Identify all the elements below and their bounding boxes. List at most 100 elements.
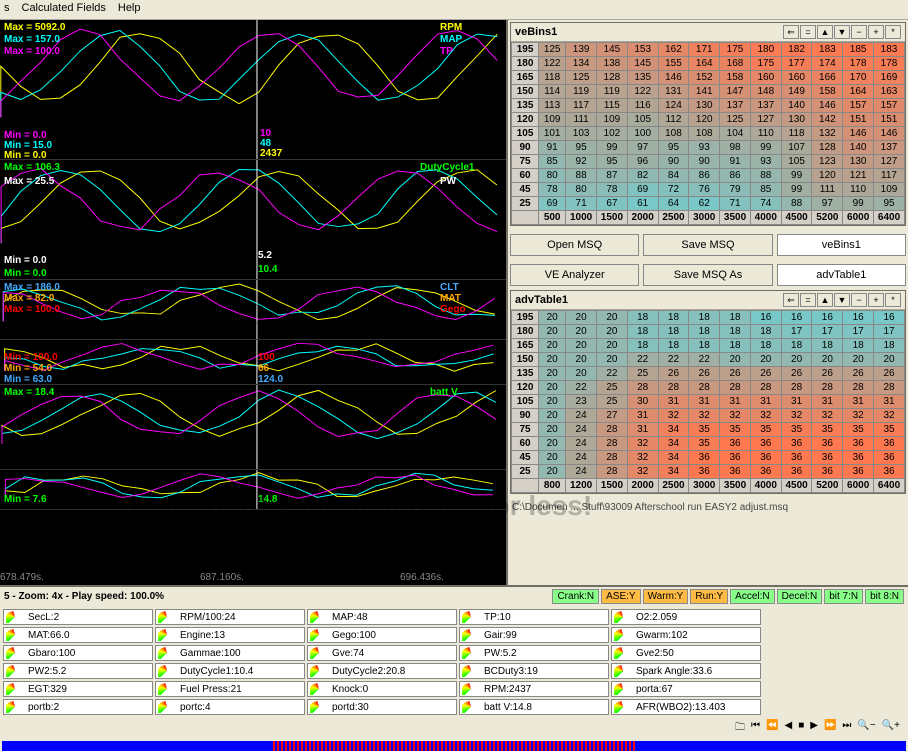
table-cell[interactable]: 118: [539, 71, 566, 85]
table-cell[interactable]: 91: [720, 155, 751, 169]
gauge[interactable]: RPM:2437: [459, 681, 609, 697]
table-cell[interactable]: 18: [720, 339, 751, 353]
table-cell[interactable]: 18: [658, 325, 689, 339]
table-cell[interactable]: 18: [689, 325, 720, 339]
table-cell[interactable]: 22: [658, 353, 689, 367]
table-cell[interactable]: 36: [689, 465, 720, 479]
table-cell[interactable]: 67: [597, 197, 628, 211]
table-cell[interactable]: 31: [874, 395, 905, 409]
table-cell[interactable]: 109: [874, 183, 905, 197]
table-cell[interactable]: 18: [720, 311, 751, 325]
table-cell[interactable]: 86: [720, 169, 751, 183]
table-cell[interactable]: 110: [843, 183, 874, 197]
table-cell[interactable]: 22: [689, 353, 720, 367]
table-cell[interactable]: 36: [874, 465, 905, 479]
table-cell[interactable]: 105: [781, 155, 812, 169]
table-cell[interactable]: 36: [781, 437, 812, 451]
table-cell[interactable]: 34: [658, 423, 689, 437]
table-cell[interactable]: 34: [658, 437, 689, 451]
gauge[interactable]: O2:2.059: [611, 609, 761, 625]
table-cell[interactable]: 157: [874, 99, 905, 113]
table-cell[interactable]: 112: [658, 113, 689, 127]
tool-eq-icon[interactable]: =: [800, 25, 816, 39]
gauge[interactable]: Knock:0: [307, 681, 457, 697]
table-cell[interactable]: 88: [781, 197, 812, 211]
table-cell[interactable]: 146: [843, 127, 874, 141]
menu-s[interactable]: s: [4, 2, 10, 17]
table-cell[interactable]: 103: [566, 127, 597, 141]
table-cell[interactable]: 22: [627, 353, 658, 367]
table-cell[interactable]: 97: [812, 197, 843, 211]
table-cell[interactable]: 36: [812, 437, 843, 451]
table-cell[interactable]: 25: [597, 395, 628, 409]
tool-minus-icon[interactable]: −: [851, 25, 867, 39]
table-cell[interactable]: 169: [874, 71, 905, 85]
table-cell[interactable]: 22: [597, 367, 628, 381]
table-cell[interactable]: 26: [812, 367, 843, 381]
tool-up-icon[interactable]: ▲: [817, 293, 833, 307]
table-cell[interactable]: 20: [597, 339, 628, 353]
zoom-out-icon[interactable]: 🔍−: [857, 720, 875, 737]
table-cell[interactable]: 117: [566, 99, 597, 113]
table-cell[interactable]: 28: [597, 451, 628, 465]
table-cell[interactable]: 16: [874, 311, 905, 325]
table-cell[interactable]: 36: [843, 465, 874, 479]
table-cell[interactable]: 20: [539, 353, 566, 367]
table-cell[interactable]: 121: [843, 169, 874, 183]
table-cell[interactable]: 20: [539, 409, 566, 423]
table-cell[interactable]: 27: [597, 409, 628, 423]
table-cell[interactable]: 110: [750, 127, 781, 141]
table-cell[interactable]: 31: [812, 395, 843, 409]
table-cell[interactable]: 36: [812, 465, 843, 479]
table-cell[interactable]: 182: [781, 43, 812, 57]
table-cell[interactable]: 146: [874, 127, 905, 141]
tool-plus-icon[interactable]: +: [868, 293, 884, 307]
table-cell[interactable]: 32: [627, 465, 658, 479]
table-cell[interactable]: 31: [720, 395, 751, 409]
timebar[interactable]: [2, 741, 906, 751]
table-cell[interactable]: 175: [720, 43, 751, 57]
table-cell[interactable]: 16: [843, 311, 874, 325]
table-cell[interactable]: 20: [812, 353, 843, 367]
table-cell[interactable]: 34: [658, 465, 689, 479]
table-cell[interactable]: 28: [750, 381, 781, 395]
table-cell[interactable]: 168: [720, 57, 751, 71]
table-cell[interactable]: 20: [750, 353, 781, 367]
table-cell[interactable]: 78: [597, 183, 628, 197]
table-cell[interactable]: 119: [597, 85, 628, 99]
tool-down-icon[interactable]: ▼: [834, 293, 850, 307]
tool-star-icon[interactable]: *: [885, 25, 901, 39]
gauge[interactable]: PW2:5.2: [3, 663, 153, 679]
table-cell[interactable]: 62: [689, 197, 720, 211]
table-cell[interactable]: 20: [597, 311, 628, 325]
table-cell[interactable]: 34: [658, 451, 689, 465]
browse-icon[interactable]: 🗀: [735, 720, 745, 737]
table-cell[interactable]: 24: [566, 409, 597, 423]
skip-back-icon[interactable]: ⏮: [751, 720, 760, 737]
table-cell[interactable]: 30: [627, 395, 658, 409]
table-cell[interactable]: 71: [720, 197, 751, 211]
table-cell[interactable]: 151: [874, 113, 905, 127]
tool-plus-icon[interactable]: +: [868, 25, 884, 39]
table-cell[interactable]: 95: [566, 141, 597, 155]
table-cell[interactable]: 16: [750, 311, 781, 325]
table-cell[interactable]: 109: [597, 113, 628, 127]
table-cell[interactable]: 61: [627, 197, 658, 211]
table-cell[interactable]: 122: [539, 57, 566, 71]
table-cell[interactable]: 137: [750, 99, 781, 113]
gauge[interactable]: Engine:13: [155, 627, 305, 643]
ve-table[interactable]: 1951251391451531621711751801821831851831…: [511, 42, 905, 225]
table-cell[interactable]: 17: [781, 325, 812, 339]
table-cell[interactable]: 135: [627, 71, 658, 85]
table-cell[interactable]: 16: [812, 311, 843, 325]
table-cell[interactable]: 18: [627, 339, 658, 353]
table-cell[interactable]: 122: [627, 85, 658, 99]
table-cell[interactable]: 151: [843, 113, 874, 127]
table-cell[interactable]: 18: [750, 325, 781, 339]
table-cell[interactable]: 118: [781, 127, 812, 141]
gauge[interactable]: Gwarm:102: [611, 627, 761, 643]
table-cell[interactable]: 125: [720, 113, 751, 127]
table-cell[interactable]: 25: [627, 367, 658, 381]
table-cell[interactable]: 180: [750, 43, 781, 57]
table-cell[interactable]: 36: [843, 451, 874, 465]
